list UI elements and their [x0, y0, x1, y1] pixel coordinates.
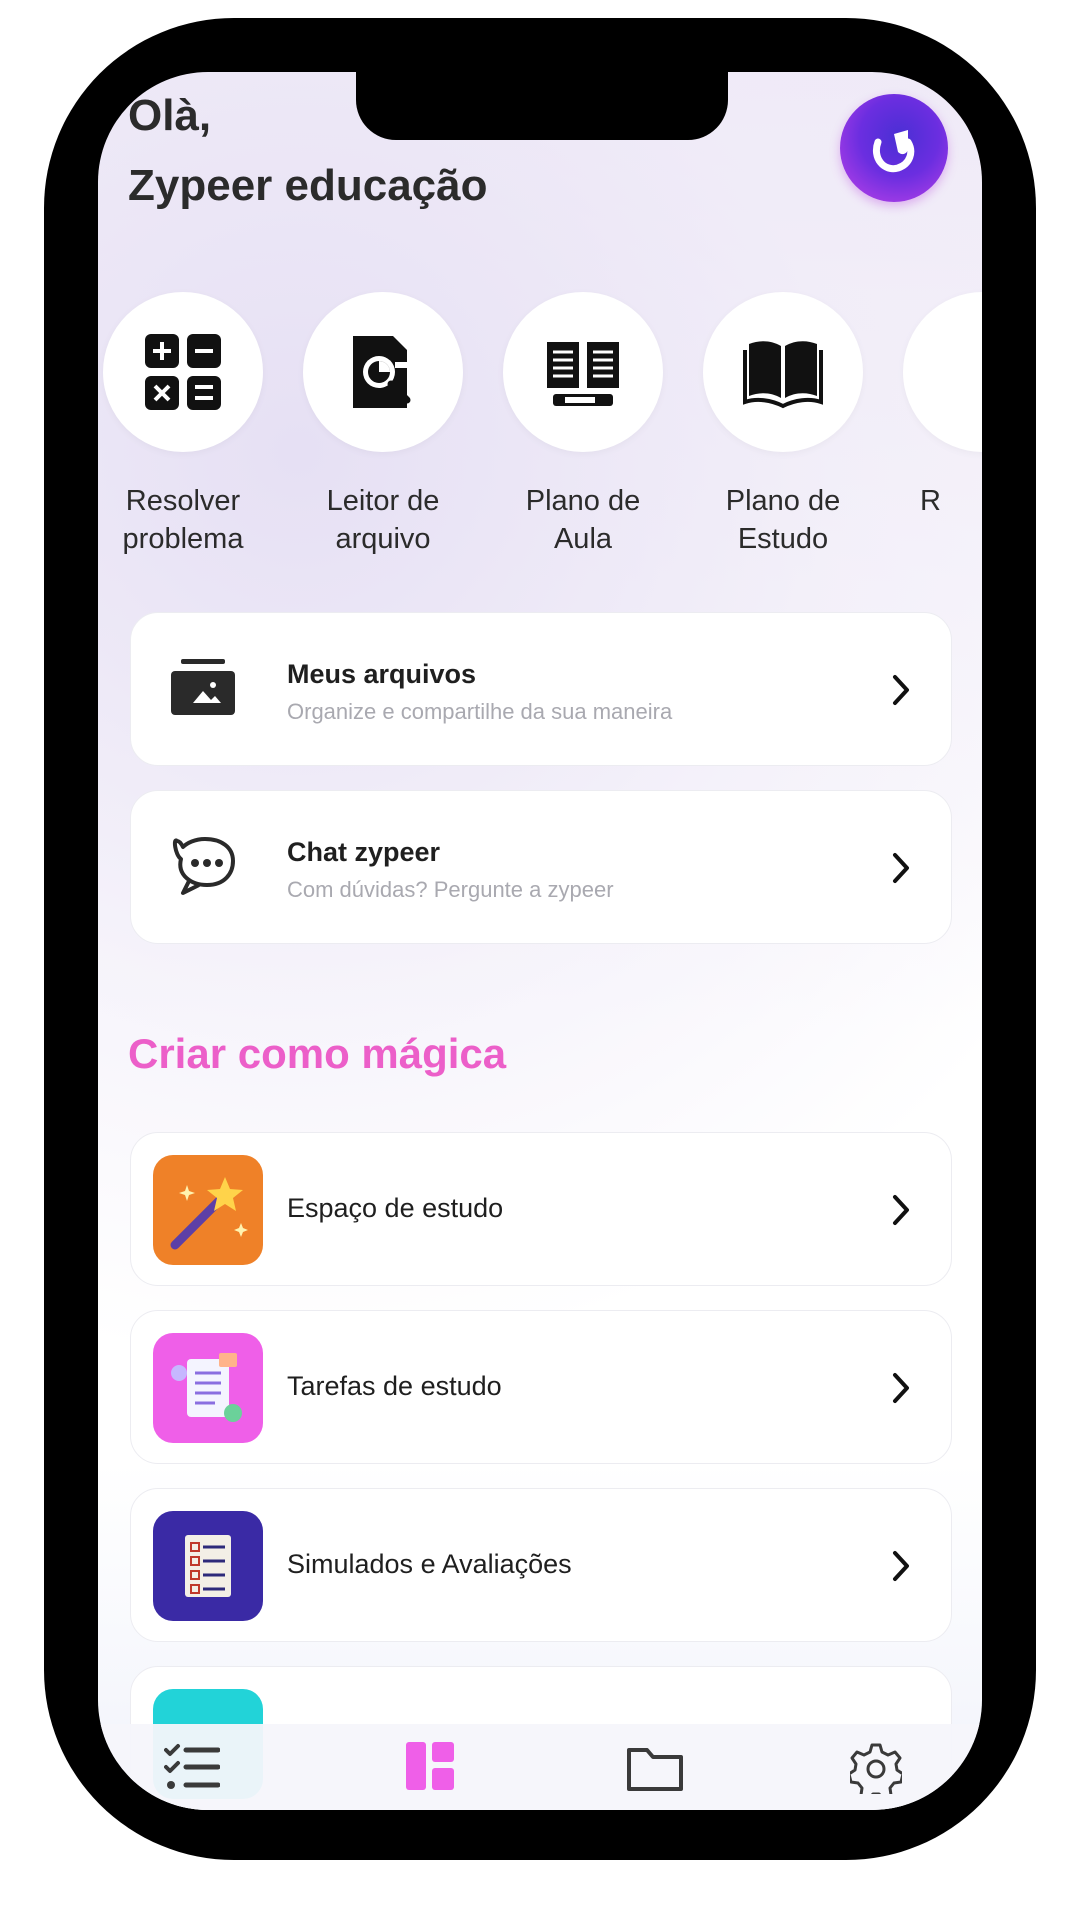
- notch: [356, 72, 728, 140]
- card-meus-arquivos[interactable]: Meus arquivos Organize e compartilhe da …: [130, 612, 952, 766]
- shortcut-label: Resolver problema: [122, 485, 244, 555]
- shortcut-label: R: [920, 485, 941, 517]
- shortcut-leitor-arquivo[interactable]: Leitor de arquivo: [298, 292, 468, 558]
- shortcut-label: Plano de Aula: [525, 485, 641, 555]
- magic-item-espaco-estudo[interactable]: Espaço de estudo: [130, 1132, 952, 1286]
- shortcut-row: Resolver problema Leitor de arquivo Plan…: [98, 292, 982, 592]
- settings-icon[interactable]: [850, 1742, 902, 1794]
- magic-wand-icon: [153, 1155, 263, 1265]
- shortcut-plano-estudo[interactable]: Plano de Estudo: [698, 292, 868, 558]
- chevron-right-icon: [893, 675, 909, 705]
- shortcut-label: Plano de Estudo: [725, 485, 841, 555]
- bottom-nav: [98, 1724, 982, 1810]
- task-list-icon: [153, 1333, 263, 1443]
- tasks-icon[interactable]: [164, 1742, 220, 1792]
- chevron-right-icon: [893, 1195, 909, 1225]
- open-book-pencil-icon: [547, 342, 619, 406]
- card-title: Meus arquivos: [287, 659, 477, 689]
- magic-item-simulados[interactable]: Simulados e Avaliações: [130, 1488, 952, 1642]
- logo-icon: [873, 130, 915, 173]
- item-title: Tarefas de estudo: [287, 1371, 502, 1401]
- item-title: Simulados e Avaliações: [287, 1549, 572, 1579]
- greeting-hello: Olà,: [128, 91, 212, 140]
- greeting-name: Zypeer educação: [128, 161, 488, 210]
- open-book-icon: [743, 341, 823, 409]
- shortcut-partial[interactable]: R: [898, 292, 982, 520]
- folder-icon[interactable]: [626, 1742, 684, 1792]
- app-screen: Olà, Zypeer educação Resolver problema L…: [98, 72, 982, 1810]
- card-chat-zypeer[interactable]: Chat zypeer Com dúvidas? Pergunte a zype…: [130, 790, 952, 944]
- chevron-right-icon: [893, 853, 909, 883]
- calculator-icon: [145, 334, 221, 410]
- checklist-icon: [153, 1511, 263, 1621]
- shortcut-resolver-problema[interactable]: Resolver problema: [98, 292, 268, 558]
- image-folder-icon: [171, 659, 235, 715]
- card-title: Chat zypeer: [287, 837, 441, 867]
- card-subtitle: Organize e compartilhe da sua maneira: [287, 699, 673, 724]
- file-chart-search-icon: [353, 336, 411, 408]
- section-title: Criar como mágica: [128, 1030, 507, 1077]
- dashboard-icon[interactable]: [406, 1742, 454, 1790]
- card-subtitle: Com dúvidas? Pergunte a zypeer: [287, 877, 614, 902]
- chat-bubble-icon: [172, 837, 235, 895]
- chevron-right-icon: [893, 1373, 909, 1403]
- shortcut-label: Leitor de arquivo: [326, 485, 440, 555]
- avatar[interactable]: [840, 94, 948, 202]
- magic-item-tarefas-estudo[interactable]: Tarefas de estudo: [130, 1310, 952, 1464]
- shortcut-plano-aula[interactable]: Plano de Aula: [498, 292, 668, 558]
- chevron-right-icon: [893, 1551, 909, 1581]
- item-title: Espaço de estudo: [287, 1193, 504, 1223]
